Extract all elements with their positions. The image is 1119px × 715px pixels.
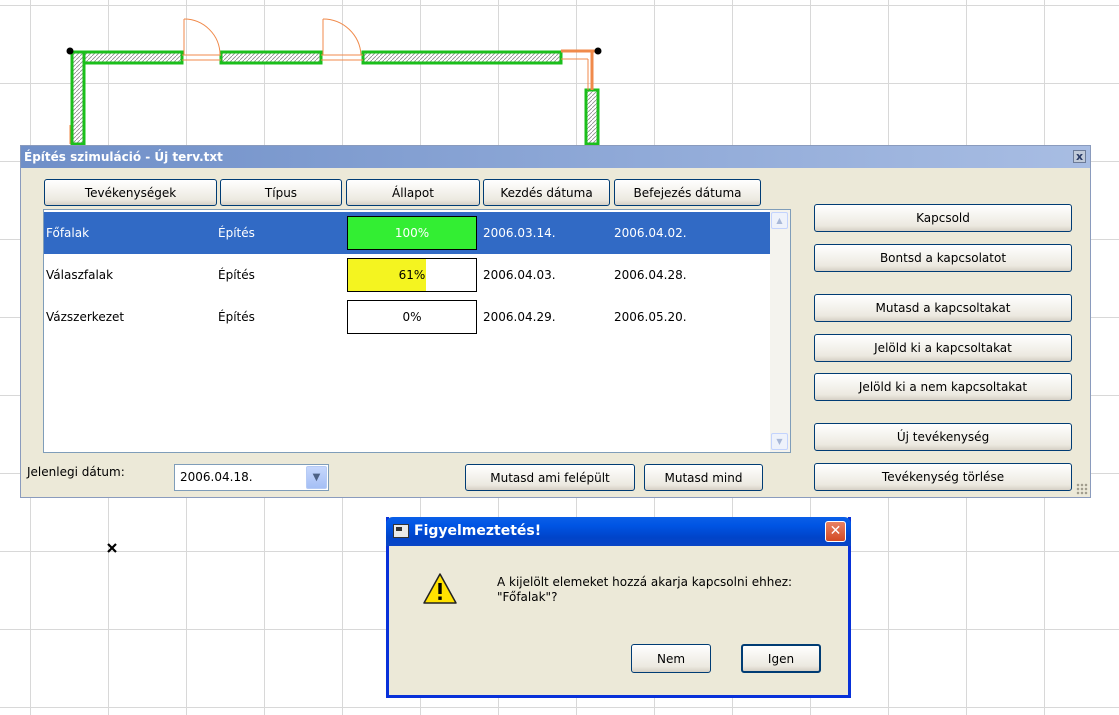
end-date: 2006.04.02. [614, 226, 687, 240]
end-date: 2006.04.28. [614, 268, 687, 282]
start-date: 2006.04.29. [483, 310, 556, 324]
simulation-window: Építés szimuláció - Új terv.txt x Tevéke… [20, 145, 1091, 498]
close-icon[interactable]: x [1073, 150, 1086, 163]
select-unconnected-button[interactable]: Jelöld ki a nem kapcsoltakat [814, 373, 1072, 401]
progress-label: 100% [394, 226, 430, 240]
end-date: 2006.05.20. [614, 310, 687, 324]
activity-type: Építés [218, 268, 255, 282]
new-activity-button[interactable]: Új tevékenység [814, 423, 1072, 451]
activity-name: Főfalak [46, 226, 90, 240]
door-openings [69, 18, 598, 144]
warning-icon [423, 573, 457, 604]
show-connected-button[interactable]: Mutasd a kapcsoltakat [814, 294, 1072, 322]
show-all-button[interactable]: Mutasd mind [644, 464, 763, 491]
scroll-down-icon[interactable]: ▼ [771, 433, 788, 450]
activity-list: Főfalak Építés 100% 2006.03.14. 2006.04.… [43, 209, 791, 453]
scroll-up-icon[interactable]: ▲ [771, 212, 788, 229]
progress-bar: 100% [347, 216, 477, 250]
no-button[interactable]: Nem [631, 644, 711, 673]
start-date: 2006.03.14. [483, 226, 556, 240]
progress-bar: 0% [347, 300, 477, 334]
progress-bar: 61% [347, 258, 477, 292]
dialog-title: Figyelmeztetés! [414, 523, 542, 539]
chevron-down-icon[interactable]: ▼ [306, 466, 327, 489]
table-row[interactable]: Főfalak Építés 100% 2006.03.14. 2006.04.… [44, 212, 770, 254]
current-date-label: Jelenlegi dátum: [27, 465, 125, 479]
column-header-start-date[interactable]: Kezdés dátuma [483, 179, 610, 206]
activity-type: Építés [218, 226, 255, 240]
current-date-select[interactable]: 2006.04.18. ▼ [174, 464, 329, 491]
table-row[interactable]: Válaszfalak Építés 61% 2006.04.03. 2006.… [44, 254, 770, 296]
dialog-message: A kijelölt elemeket hozzá akarja kapcsol… [497, 575, 792, 605]
delete-activity-button[interactable]: Tevékenység törlése [814, 463, 1072, 491]
wall-node [66, 47, 74, 55]
activity-name: Vázszerkezet [46, 310, 125, 324]
wall-node [594, 47, 602, 55]
column-header-status[interactable]: Állapot [346, 179, 480, 206]
start-date: 2006.04.03. [483, 268, 556, 282]
yes-button[interactable]: Igen [741, 644, 821, 673]
activity-name: Válaszfalak [46, 268, 114, 282]
dialog-titlebar: Figyelmeztetés! ✕ [386, 517, 851, 546]
activity-type: Építés [218, 310, 255, 324]
show-built-button[interactable]: Mutasd ami felépült [465, 464, 635, 491]
dialog-message-line1: A kijelölt elemeket hozzá akarja kapcsol… [497, 575, 793, 589]
disconnect-button[interactable]: Bontsd a kapcsolatot [814, 244, 1072, 272]
column-header-activities[interactable]: Tevékenységek [44, 179, 217, 206]
column-header-type[interactable]: Típus [220, 179, 342, 206]
current-date-value: 2006.04.18. [180, 470, 253, 484]
dialog-message-line2: "Főfalak"? [497, 590, 558, 604]
progress-label: 0% [402, 310, 422, 324]
table-row[interactable]: Vázszerkezet Építés 0% 2006.04.29. 2006.… [44, 296, 770, 338]
resize-grip-icon[interactable] [1076, 483, 1088, 495]
select-connected-button[interactable]: Jelöld ki a kapcsoltakat [814, 334, 1072, 362]
column-header-end-date[interactable]: Befejezés dátuma [614, 179, 761, 206]
warning-dialog: Figyelmeztetés! ✕ A kijelölt elemeket ho… [386, 517, 851, 698]
cursor-marker [107, 543, 117, 553]
progress-label: 61% [398, 268, 426, 282]
dialog-close-icon[interactable]: ✕ [825, 521, 846, 542]
connect-button[interactable]: Kapcsold [814, 204, 1072, 232]
wall-segments[interactable] [70, 50, 600, 146]
window-title: Építés szimuláció - Új terv.txt [21, 146, 1090, 168]
app-icon [393, 524, 409, 538]
list-scrollbar[interactable]: ▲ ▼ [770, 210, 790, 452]
